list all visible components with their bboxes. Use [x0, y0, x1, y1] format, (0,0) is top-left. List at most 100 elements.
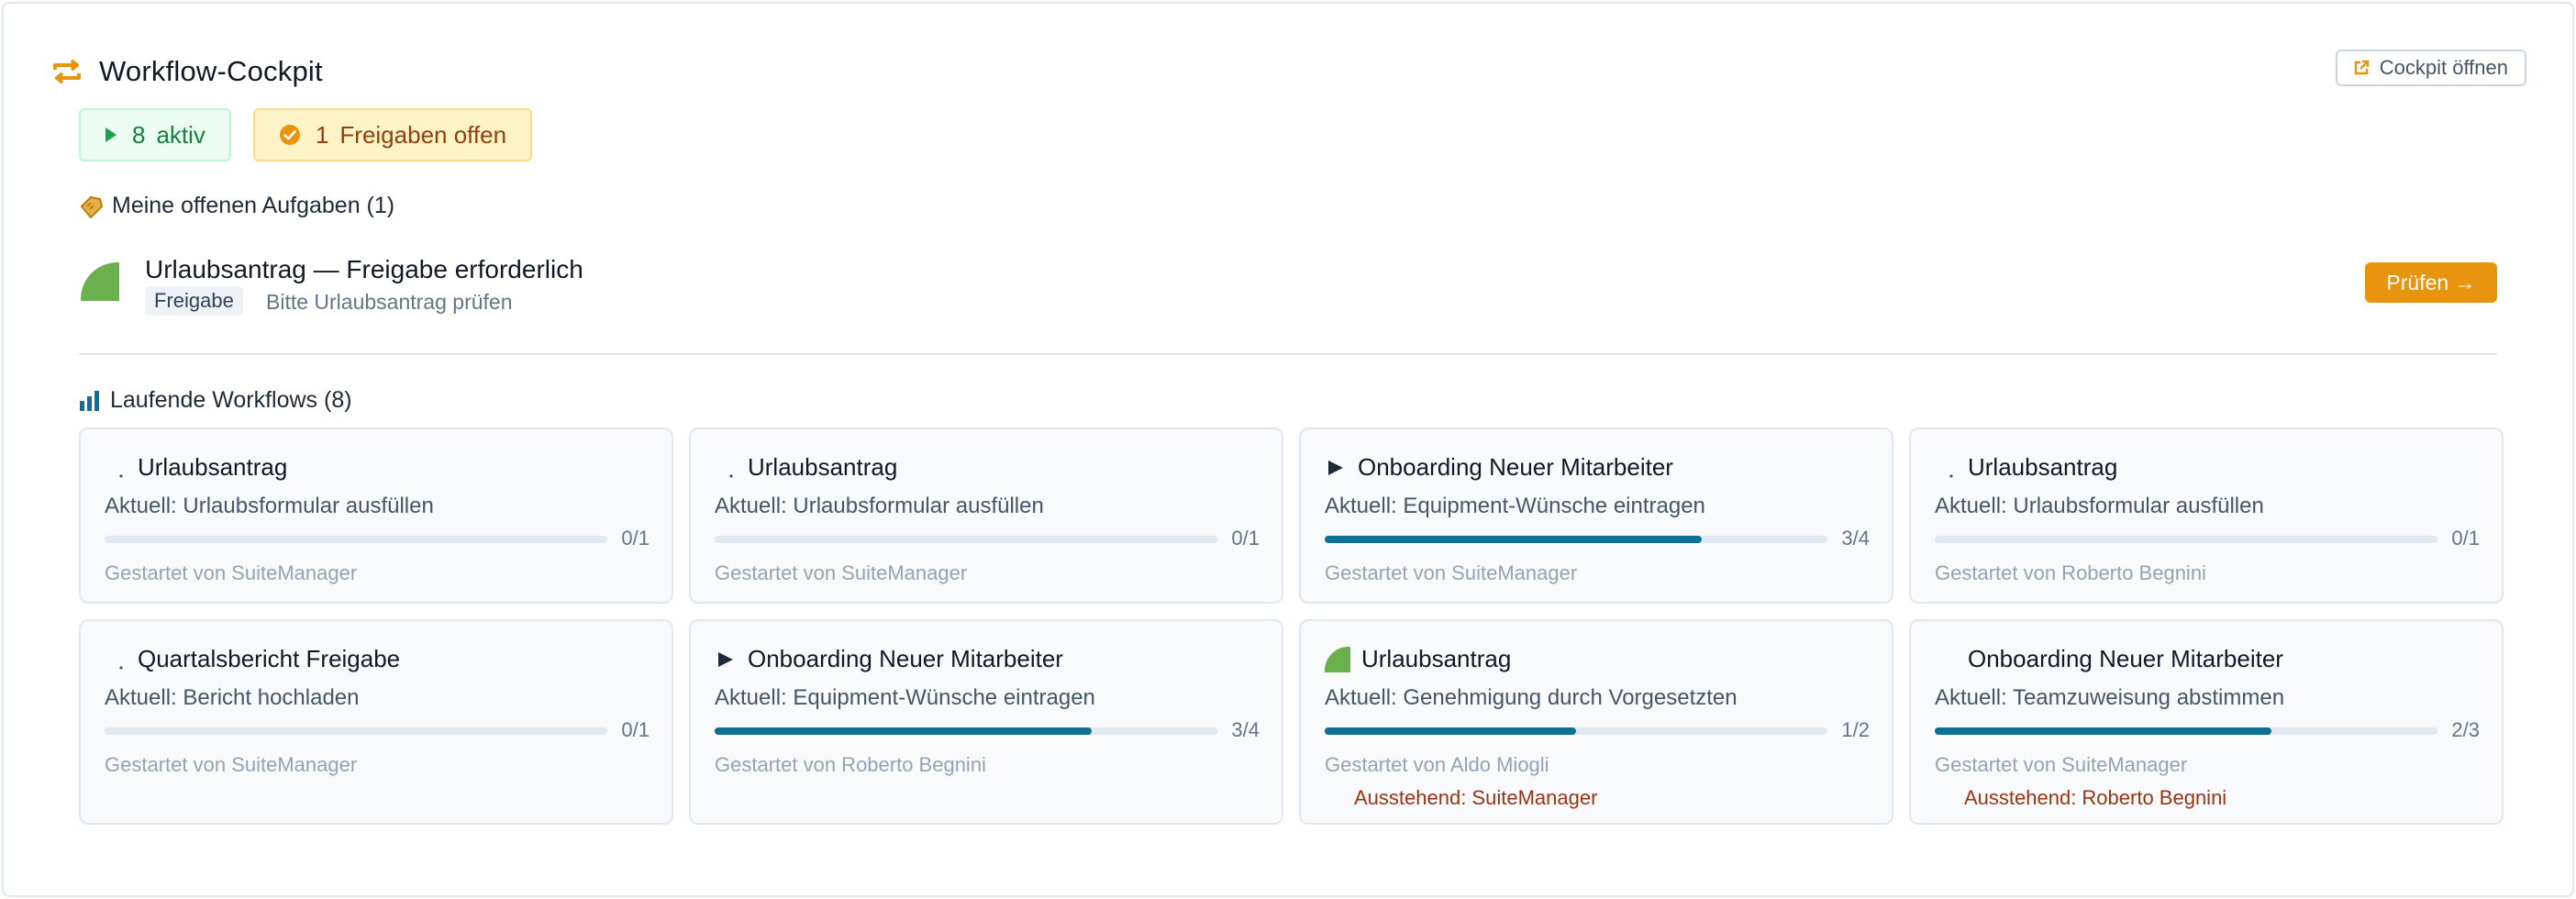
workflow-starter: Gestartet von SuiteManager: [105, 561, 358, 584]
widget-header: Workflow-Cockpit Cockpit öffnen: [51, 50, 2526, 92]
workflow-starter: Gestartet von SuiteManager: [105, 753, 358, 776]
workflow-card-header: Urlaubsantrag: [1935, 453, 2117, 482]
section-divider: [79, 353, 2497, 355]
workflow-progress-bar: [1935, 536, 2437, 543]
workflow-card[interactable]: Onboarding Neuer Mitarbeiter Aktuell: Equ…: [689, 619, 1283, 825]
workflow-progress-bar: [105, 727, 607, 735]
workflow-starter: Gestartet von SuiteManager: [1935, 753, 2188, 776]
workflow-name: Onboarding Neuer Mitarbeiter: [1358, 453, 1673, 481]
bar-chart-icon: [79, 390, 101, 411]
ticket-icon: [79, 194, 103, 218]
workflow-current-step: Aktuell: Urlaubsformular ausfüllen: [1935, 494, 2264, 518]
workflow-progress-label: 0/1: [2451, 527, 2480, 549]
task-title: Urlaubsantrag — Freigabe erforderlich: [145, 255, 583, 283]
workflow-progress-fill: [715, 727, 1092, 735]
workflow-progress-bar: [1325, 536, 1827, 543]
workflow-current-step: Aktuell: Teamzuweisung abstimmen: [1935, 685, 2285, 710]
workflow-progress-fill: [1325, 727, 1576, 735]
workflow-card-header: Urlaubsantrag: [105, 453, 287, 482]
pending-approvals-pill[interactable]: 1 Freigaben offen: [252, 108, 533, 161]
workflow-starter: Gestartet von SuiteManager: [715, 561, 968, 584]
quarter-circle-icon: [1325, 646, 1350, 672]
workflow-progress-label: 1/2: [1841, 718, 1870, 741]
workflow-progress-bar: [715, 727, 1217, 735]
workflow-progress-label: 2/3: [2451, 718, 2480, 741]
active-label: aktiv: [156, 120, 205, 149]
play-icon: [105, 127, 117, 143]
workflow-starter: Gestartet von SuiteManager: [1325, 561, 1578, 584]
workflow-progress-label: 0/1: [621, 527, 650, 549]
running-workflows-heading: Laufende Workflows (8): [79, 387, 352, 414]
task-description: Bitte Urlaubsantrag prüfen: [266, 290, 513, 314]
workflow-name: Urlaubsantrag: [1968, 453, 2118, 481]
workflow-progress-label: 3/4: [1841, 527, 1870, 549]
workflow-current-step: Aktuell: Genehmigung durch Vorgesetzten: [1325, 685, 1738, 710]
workflow-progress-bar: [715, 536, 1217, 543]
workflow-card-header: Onboarding Neuer Mitarbeiter: [715, 645, 1063, 673]
workflow-cockpit-widget: Workflow-Cockpit Cockpit öffnen 8 aktiv: [2, 2, 2574, 897]
play-icon: [1325, 457, 1347, 479]
task-item[interactable]: Urlaubsantrag — Freigabe erforderlich Fr…: [79, 251, 2497, 316]
workflow-card[interactable]: Urlaubsantrag Aktuell: Genehmigung durch …: [1299, 619, 1893, 825]
running-workflows-title: Laufende Workflows (8): [110, 387, 352, 413]
workflow-current-step: Aktuell: Equipment-Wünsche eintragen: [715, 685, 1095, 710]
workflow-grid: Urlaubsantrag Aktuell: Urlaubsformular au…: [79, 427, 2504, 825]
repeat-icon: [51, 56, 83, 87]
workflow-card[interactable]: Urlaubsantrag Aktuell: Urlaubsformular au…: [1909, 427, 2504, 604]
workflow-name: Onboarding Neuer Mitarbeiter: [748, 645, 1063, 672]
my-tasks-title: Meine offenen Aufgaben (1): [112, 193, 395, 218]
play-icon: [715, 649, 737, 671]
workflow-current-step: Aktuell: Urlaubsformular ausfüllen: [715, 494, 1044, 518]
workflow-progress-bar: [1935, 727, 2437, 735]
workflow-progress-fill: [1935, 727, 2271, 735]
workflow-card[interactable]: Onboarding Neuer Mitarbeiter Aktuell: Equ…: [1299, 427, 1893, 604]
workflow-card-header: Urlaubsantrag: [715, 453, 897, 482]
workflow-card-header: Quartalsbericht Freigabe: [105, 645, 400, 673]
workflow-progress-bar: [105, 536, 607, 543]
blank-icon: [1935, 649, 1957, 671]
workflow-card[interactable]: Urlaubsantrag Aktuell: Urlaubsformular au…: [79, 427, 673, 604]
active-count-pill[interactable]: 8 aktiv: [79, 108, 231, 161]
dot-icon: [715, 457, 737, 479]
workflow-card[interactable]: Quartalsbericht Freigabe Aktuell: Bericht…: [79, 619, 673, 825]
workflow-name: Onboarding Neuer Mitarbeiter: [1968, 645, 2283, 672]
dot-icon: [105, 457, 127, 479]
widget-title: Workflow-Cockpit: [99, 55, 323, 87]
workflow-progress-fill: [1325, 536, 1702, 543]
workflow-progress-label: 0/1: [1231, 527, 1260, 549]
my-tasks-heading: Meine offenen Aufgaben (1): [79, 193, 394, 219]
workflow-card[interactable]: Onboarding Neuer Mitarbeiter Aktuell: Tea…: [1909, 619, 2504, 825]
review-button[interactable]: Prüfen →: [2365, 262, 2497, 303]
workflow-current-step: Aktuell: Equipment-Wünsche eintragen: [1325, 494, 1705, 518]
workflow-current-step: Aktuell: Bericht hochladen: [105, 685, 360, 710]
dot-icon: [105, 649, 127, 671]
external-link-icon: [2352, 59, 2371, 77]
task-type-badge: Freigabe: [145, 286, 243, 316]
open-cockpit-label: Cockpit öffnen: [2379, 56, 2508, 79]
workflow-name: Urlaubsantrag: [1361, 645, 1512, 672]
workflow-starter: Gestartet von Roberto Begnini: [1935, 561, 2206, 584]
pending-count: 1: [315, 120, 329, 149]
quarter-circle-icon: [81, 262, 119, 301]
dot-icon: [1935, 457, 1957, 479]
workflow-starter: Gestartet von Aldo Miogli: [1325, 753, 1549, 776]
check-circle-icon: [279, 124, 301, 146]
workflow-card-header: Urlaubsantrag: [1325, 645, 1511, 673]
pending-label: Freigaben offen: [339, 120, 507, 149]
stats-row: 8 aktiv 1 Freigaben offen: [79, 108, 533, 161]
workflow-current-step: Aktuell: Urlaubsformular ausfüllen: [105, 494, 434, 518]
workflow-name: Urlaubsantrag: [138, 453, 288, 481]
workflow-card[interactable]: Urlaubsantrag Aktuell: Urlaubsformular au…: [689, 427, 1283, 604]
open-cockpit-button[interactable]: Cockpit öffnen: [2335, 50, 2526, 86]
workflow-progress-label: 0/1: [621, 718, 650, 741]
workflow-pending-assignee: Ausstehend: Roberto Begnini: [1964, 786, 2227, 809]
workflow-name: Urlaubsantrag: [748, 453, 898, 481]
workflow-card-header: Onboarding Neuer Mitarbeiter: [1935, 645, 2283, 673]
workflow-card-header: Onboarding Neuer Mitarbeiter: [1325, 453, 1673, 482]
workflow-pending-assignee: Ausstehend: SuiteManager: [1354, 786, 1598, 809]
active-count: 8: [132, 120, 146, 149]
workflow-starter: Gestartet von Roberto Begnini: [715, 753, 986, 776]
workflow-name: Quartalsbericht Freigabe: [138, 645, 401, 672]
workflow-progress-label: 3/4: [1231, 718, 1260, 741]
workflow-progress-bar: [1325, 727, 1827, 735]
